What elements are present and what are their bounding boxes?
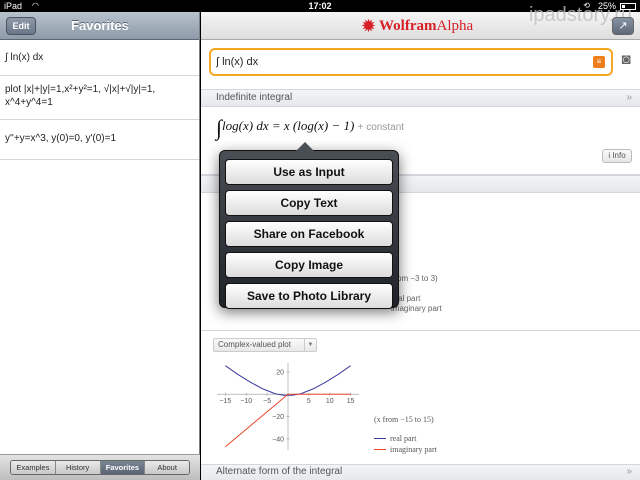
tab-about[interactable]: About (145, 461, 189, 474)
legend-swatch (374, 449, 386, 450)
favorite-item[interactable]: y''+y=x^3, y(0)=0, y'(0)=1 (0, 120, 199, 160)
y-tick-label: 20 (276, 369, 284, 376)
favorite-item[interactable]: plot |x|+|y|=1,x²+y²=1, √|x|+√|y|=1, x^4… (0, 76, 199, 120)
share-button[interactable]: ↗ (612, 17, 634, 35)
complex-plot-select-label: Complex-valued plot (218, 340, 291, 349)
share-facebook-button[interactable]: Share on Facebook (225, 221, 393, 247)
keyboard-toggle-button[interactable]: ≡ (593, 56, 605, 68)
legend-imaginary: imaginary part (374, 444, 437, 455)
pod-divider (201, 330, 640, 331)
legend-imag-text: imaginary part (390, 445, 437, 454)
favorites-title: Favorites (71, 18, 129, 33)
logo-alpha-text: Alpha (436, 17, 474, 34)
favorite-item[interactable]: ∫ ln(x) dx (0, 40, 199, 76)
complex-plot-select[interactable]: Complex-valued plot ▼ (213, 338, 317, 352)
x-tick-label: −10 (240, 398, 252, 405)
integral-result[interactable]: ∫log(x) dx = x (log(x) − 1) + constant (216, 115, 404, 141)
x-tick-label: 5 (307, 398, 311, 405)
pod-header-alternate-form[interactable]: Alternate form of the integral » (201, 464, 640, 480)
formula-text: log(x) dx = x (log(x) − 1) (222, 118, 355, 133)
legend-swatch (374, 438, 386, 439)
tab-segmented-control: Examples History Favorites About (10, 460, 190, 475)
x-tick-label: 15 (347, 398, 355, 405)
use-as-input-button[interactable]: Use as Input (225, 159, 393, 185)
x-tick-label: −15 (219, 398, 231, 405)
tab-favorites[interactable]: Favorites (100, 461, 146, 474)
copy-text-button[interactable]: Copy Text (225, 190, 393, 216)
tab-history[interactable]: History (55, 461, 101, 474)
equals-icon: ≡ (596, 57, 602, 66)
expand-chevron-icon[interactable]: » (626, 465, 632, 479)
context-popover: Use as Input Copy Text Share on Facebook… (219, 142, 399, 309)
share-icon: ↗ (618, 20, 628, 32)
popover-arrow (296, 142, 314, 151)
favorites-panel: Edit Favorites ∫ ln(x) dx plot |x|+|y|=1… (0, 12, 200, 480)
camera-icon[interactable]: ◙ (615, 52, 637, 68)
legend-real-text: real part (390, 434, 417, 443)
y-tick-label: −20 (272, 414, 284, 421)
pod-header-indefinite-integral[interactable]: Indefinite integral » (201, 89, 640, 107)
x-tick-label: 10 (326, 398, 334, 405)
copy-image-button[interactable]: Copy Image (225, 252, 393, 278)
pod-title: Indefinite integral (216, 92, 293, 103)
legend-real: real part (374, 433, 437, 444)
formula-constant: + constant (357, 122, 405, 133)
query-input[interactable] (216, 53, 576, 71)
legend-imag-label: imaginary part (391, 304, 442, 313)
info-button[interactable]: i Info (602, 149, 632, 163)
info-label: Info (612, 151, 626, 160)
x-tick-label: −5 (263, 398, 271, 405)
expand-chevron-icon[interactable]: » (626, 90, 632, 106)
tab-examples[interactable]: Examples (11, 461, 56, 474)
pod-title: Alternate form of the integral (216, 466, 343, 477)
save-photo-button[interactable]: Save to Photo Library (225, 283, 393, 309)
plot-range-label: om −3 to 3) (397, 274, 438, 283)
complex-valued-plot[interactable]: −15 −10 −5 5 10 15 20 −20 −40 (213, 359, 363, 454)
plot-legend: real part imaginary part (374, 433, 437, 455)
y-tick-label: −40 (272, 436, 284, 443)
spikey-logo-icon: ✹ (361, 16, 377, 36)
dropdown-arrow-icon: ▼ (304, 339, 316, 351)
wolframalpha-logo: ✹ Wolfram Alpha (361, 16, 473, 36)
plot-caption: (x from −15 to 15) (374, 415, 434, 424)
logo-wolfram-text: Wolfram (379, 17, 437, 34)
results-navbar: ✹ Wolfram Alpha ipadstory.ru ↗ (201, 4, 640, 40)
query-field: ≡ (209, 48, 613, 76)
info-icon: i (608, 151, 611, 160)
favorites-navbar: Edit Favorites (0, 12, 199, 40)
